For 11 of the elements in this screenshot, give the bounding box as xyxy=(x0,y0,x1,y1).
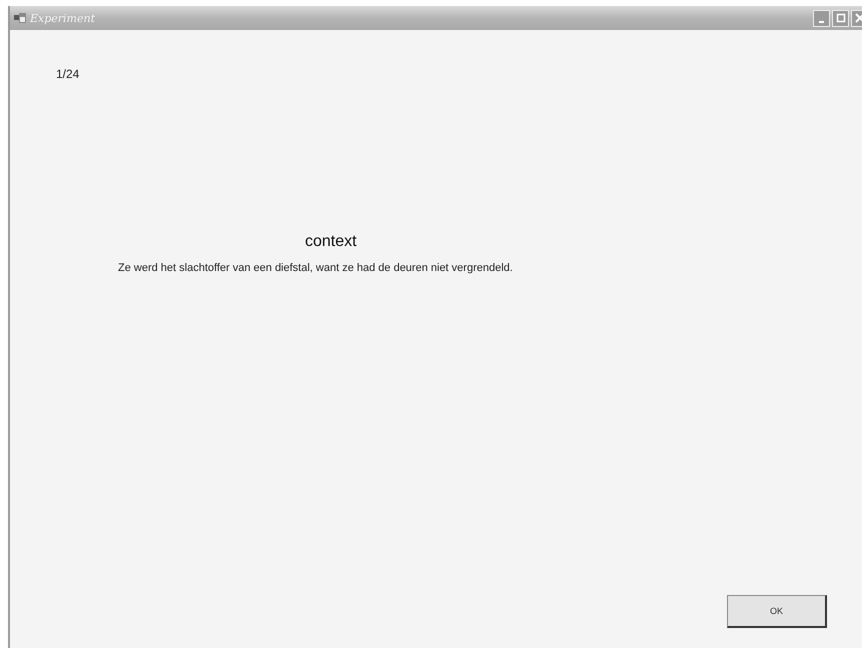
window-icon xyxy=(14,12,26,24)
maximize-icon xyxy=(836,13,846,23)
close-icon xyxy=(854,13,862,23)
maximize-button[interactable] xyxy=(832,10,849,26)
trial-counter: 1/24 xyxy=(56,67,80,81)
heading: context xyxy=(304,233,358,251)
ok-button[interactable]: OK xyxy=(727,595,827,628)
window-title: Experiment xyxy=(30,12,96,24)
sentence-text: Ze werd het slachtoffer van een diefstal, want ze had de deuren niet vergrendeld. xyxy=(118,262,514,274)
minimize-icon xyxy=(819,20,824,22)
minimize-button[interactable] xyxy=(813,10,830,26)
